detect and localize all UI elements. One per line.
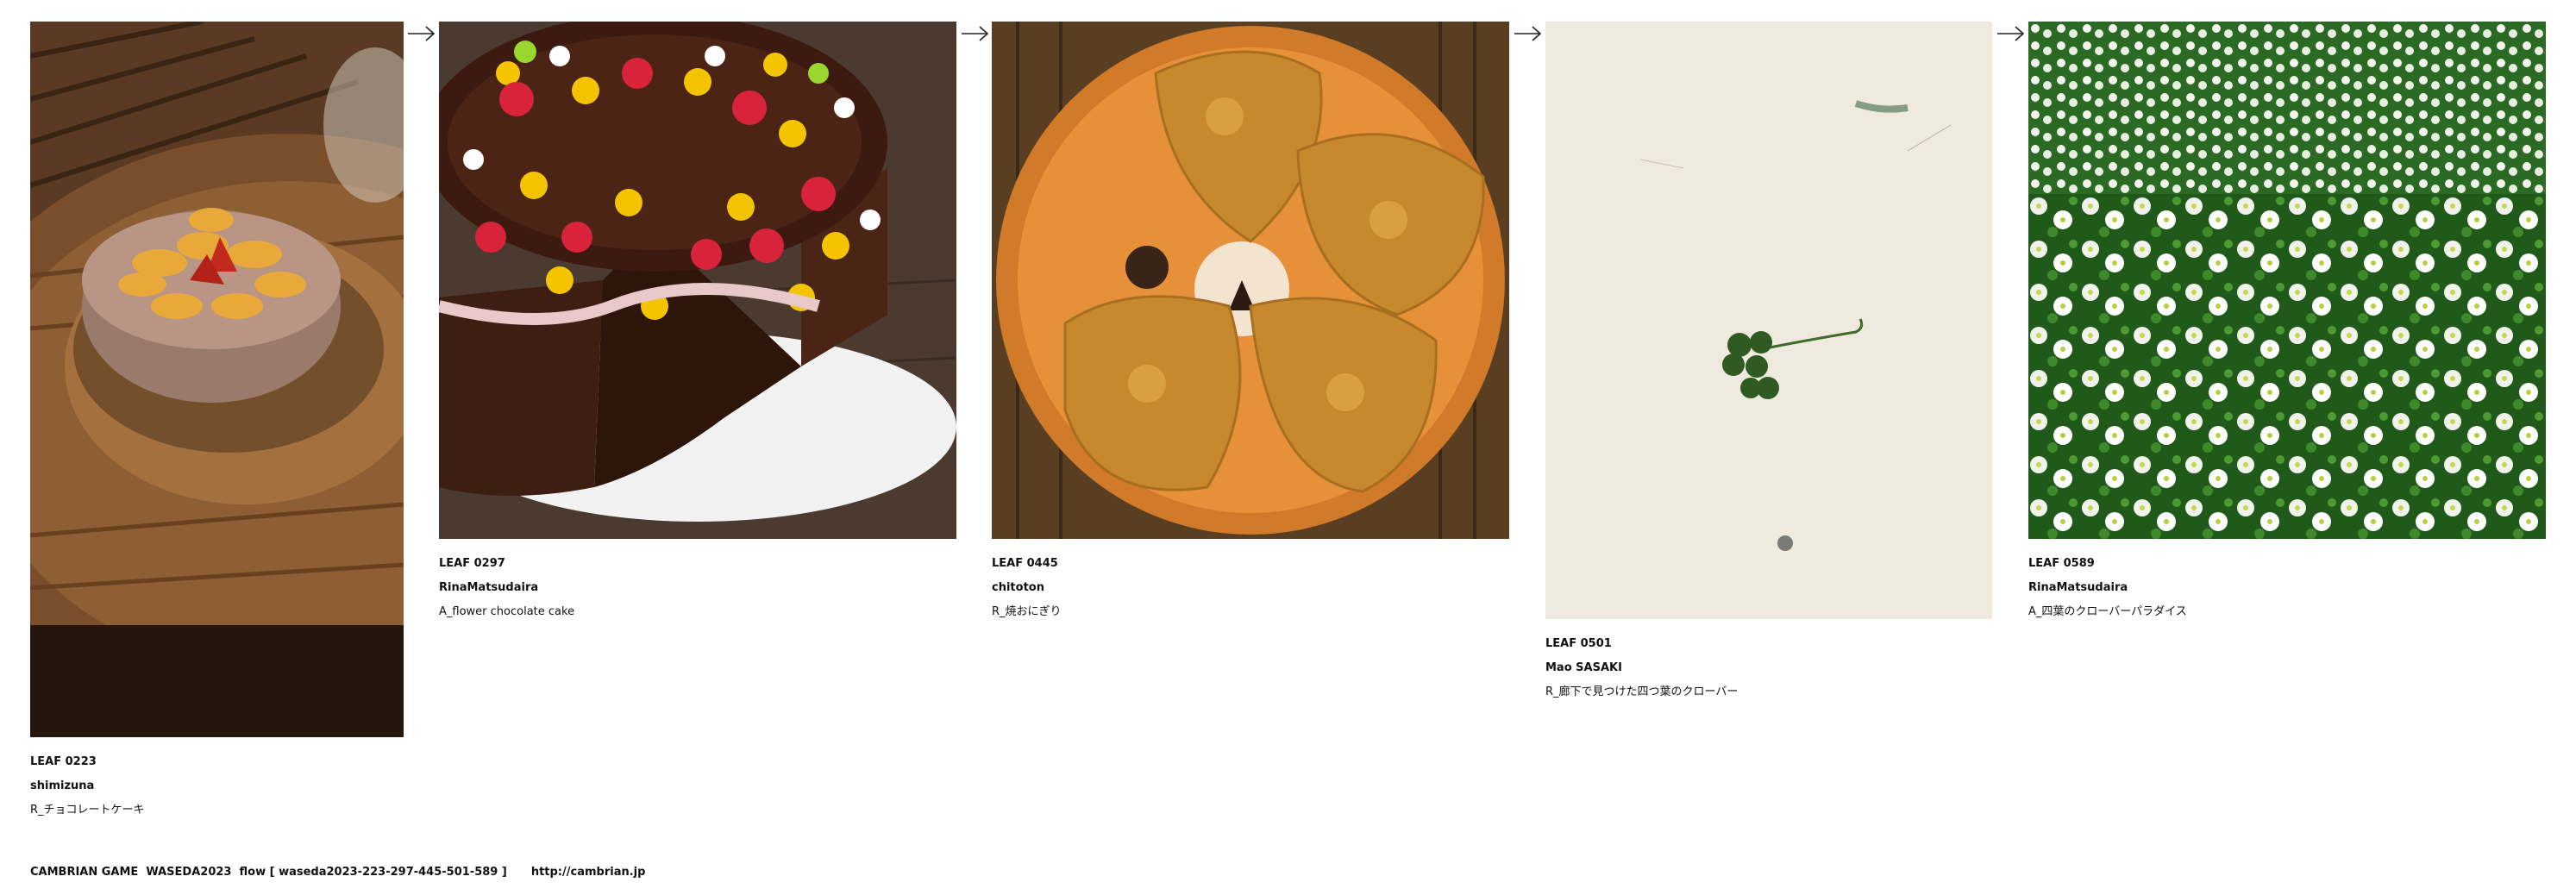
- leaf-title: R_廊下で見つけた四つ葉のクローバー: [1545, 685, 1739, 698]
- leaf-author[interactable]: chitoton: [992, 576, 1509, 600]
- leaf-card[interactable]: LEAF 0297 RinaMatsudaira A_flower chocol…: [439, 22, 956, 624]
- right-arrow-icon: [1514, 24, 1543, 43]
- leaf-title: A_四葉のクローバーパラダイス: [2028, 605, 2187, 618]
- leaf-image-flower-chocolate-cake[interactable]: [439, 22, 956, 539]
- leaf-caption: LEAF 0297 RinaMatsudaira A_flower chocol…: [439, 552, 956, 624]
- leaf-card[interactable]: LEAF 0445 chitoton R_焼おにぎり: [992, 22, 1509, 624]
- leaf-title: R_焼おにぎり: [992, 605, 1062, 618]
- leaf-author[interactable]: Mao SASAKI: [1545, 656, 1992, 680]
- leaf-title: A_flower chocolate cake: [439, 605, 575, 618]
- leaf-image-four-leaf-clover[interactable]: [1545, 22, 1992, 619]
- leaf-card[interactable]: LEAF 0223 shimizuna R_チョコレートケーキ: [30, 22, 404, 823]
- leaf-title: R_チョコレートケーキ: [30, 804, 145, 817]
- right-arrow-icon: [961, 24, 990, 43]
- leaf-caption: LEAF 0501 Mao SASAKI R_廊下で見つけた四つ葉のクローバー: [1545, 632, 1992, 704]
- leaf-image-grilled-rice-balls[interactable]: [992, 22, 1509, 539]
- leaf-id: LEAF 0445: [992, 557, 1058, 570]
- right-arrow-icon: [1996, 24, 2026, 43]
- leaf-caption: LEAF 0223 shimizuna R_チョコレートケーキ: [30, 750, 404, 823]
- footer-flow-text: CAMBRIAN GAME WASEDA2023 flow [ waseda20…: [30, 866, 507, 879]
- leaf-author[interactable]: RinaMatsudaira: [439, 576, 956, 600]
- leaf-author[interactable]: RinaMatsudaira: [2028, 576, 2546, 600]
- leaf-id: LEAF 0501: [1545, 637, 1612, 650]
- leaf-card[interactable]: LEAF 0589 RinaMatsudaira A_四葉のクローバーパラダイス: [2028, 22, 2546, 624]
- leaf-image-chocolate-cake[interactable]: [30, 22, 404, 737]
- leaf-author[interactable]: shimizuna: [30, 774, 404, 798]
- leaf-card[interactable]: LEAF 0501 Mao SASAKI R_廊下で見つけた四つ葉のクローバー: [1545, 22, 1992, 704]
- right-arrow-icon: [407, 24, 436, 43]
- footer: CAMBRIAN GAME WASEDA2023 flow [ waseda20…: [30, 866, 645, 879]
- leaf-id: LEAF 0589: [2028, 557, 2095, 570]
- leaf-caption: LEAF 0589 RinaMatsudaira A_四葉のクローバーパラダイス: [2028, 552, 2546, 624]
- leaf-image-clover-field[interactable]: [2028, 22, 2546, 539]
- leaf-id: LEAF 0223: [30, 755, 97, 768]
- footer-link[interactable]: http://cambrian.jp: [531, 866, 646, 879]
- leaf-id: LEAF 0297: [439, 557, 505, 570]
- leaf-caption: LEAF 0445 chitoton R_焼おにぎり: [992, 552, 1509, 624]
